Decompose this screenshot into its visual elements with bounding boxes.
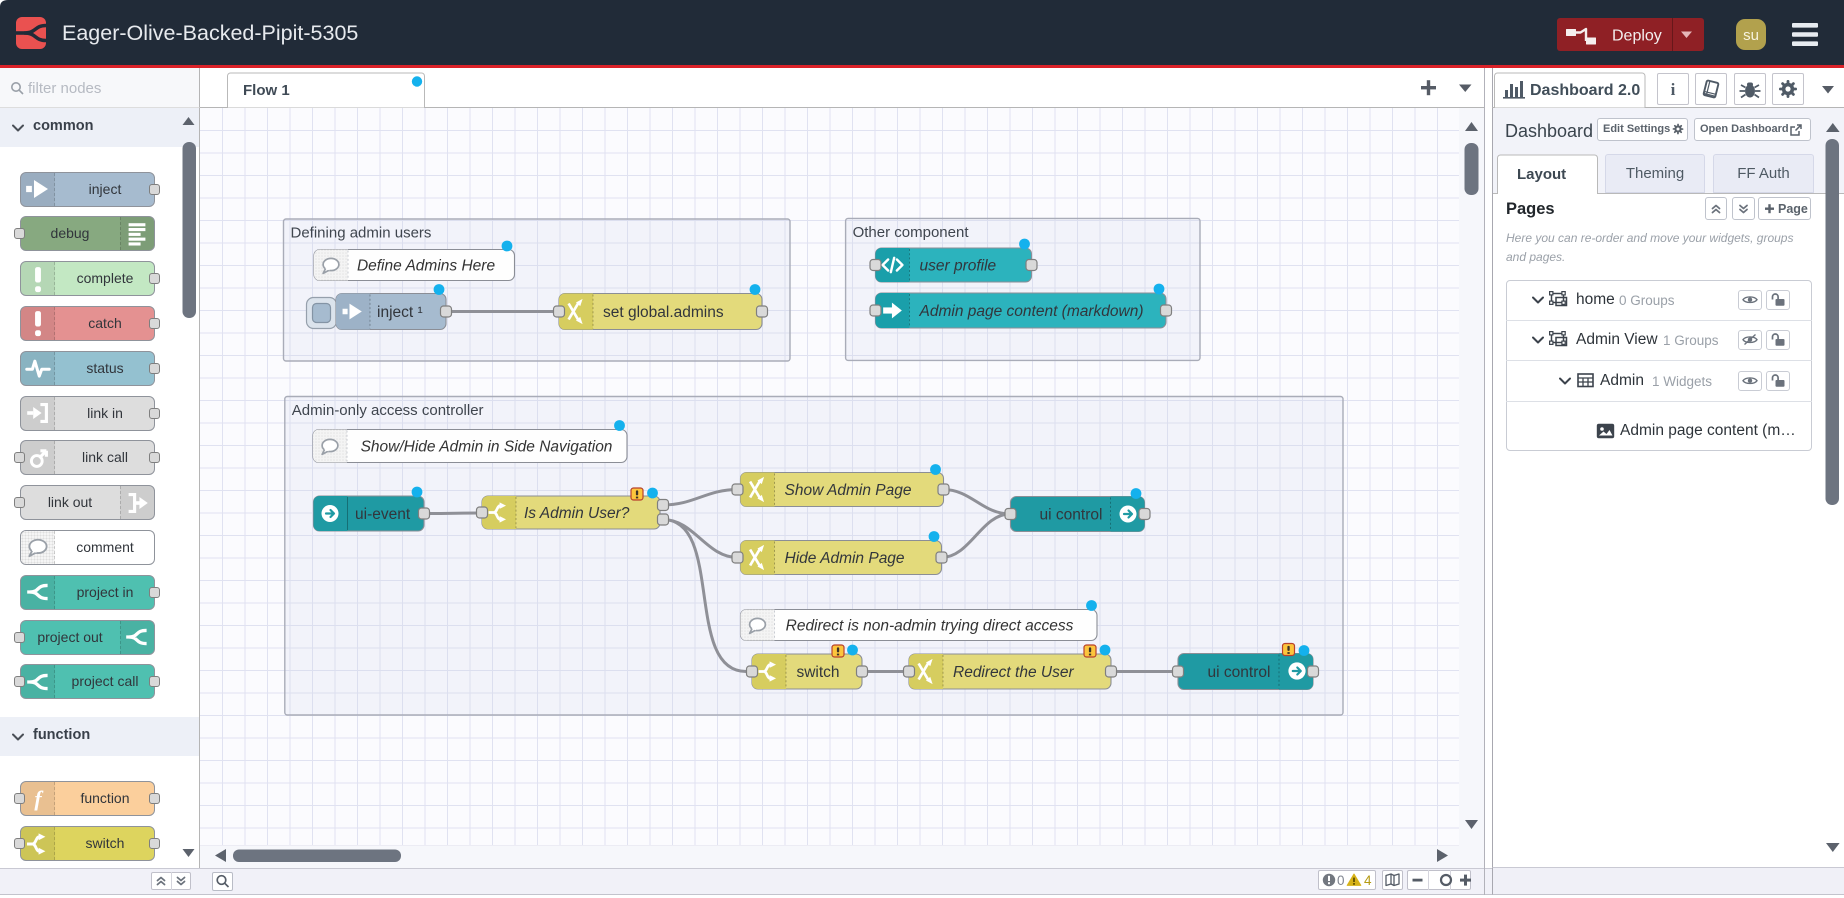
svg-text:su: su [1743, 27, 1759, 44]
svg-text:set global.admins: set global.admins [603, 304, 724, 321]
svg-text:Admin page content (markdown): Admin page content (markdown) [919, 303, 1144, 320]
svg-text:Is Admin User?: Is Admin User? [524, 505, 630, 522]
svg-text:Show/Hide Admin in Side Naviga: Show/Hide Admin in Side Navigation [361, 439, 613, 456]
svg-text:Redirect is non-admin trying d: Redirect is non-admin trying direct acce… [786, 618, 1074, 635]
svg-text:switch: switch [796, 664, 839, 681]
svg-text:0: 0 [1337, 873, 1345, 888]
svg-text:i: i [1671, 80, 1676, 99]
svg-text:Dashboard 2.0: Dashboard 2.0 [1530, 82, 1640, 99]
svg-text:user profile: user profile [920, 258, 997, 275]
svg-text:Hide Admin Page: Hide Admin Page [785, 550, 905, 567]
svg-text:inject ¹: inject ¹ [377, 304, 423, 321]
svg-text:Redirect the User: Redirect the User [953, 664, 1074, 681]
svg-text:Page: Page [1778, 202, 1808, 216]
svg-text:Deploy: Deploy [1612, 28, 1662, 45]
svg-text:Eager-Olive-Backed-Pipit-5305: Eager-Olive-Backed-Pipit-5305 [62, 21, 358, 45]
svg-text:Other component: Other component [853, 224, 970, 241]
svg-text:Admin-only access controller: Admin-only access controller [292, 402, 484, 419]
svg-text:ui control: ui control [1208, 664, 1271, 681]
svg-text:filter nodes: filter nodes [28, 80, 101, 97]
svg-text:Define Admins Here: Define Admins Here [357, 258, 496, 275]
svg-text:4: 4 [1364, 873, 1372, 888]
svg-text:Defining admin users: Defining admin users [291, 225, 432, 242]
svg-text:ui-event: ui-event [355, 506, 411, 523]
svg-text:Show Admin Page: Show Admin Page [785, 482, 912, 499]
svg-text:Flow 1: Flow 1 [243, 82, 290, 99]
svg-text:ui control: ui control [1040, 507, 1103, 524]
svg-text:Layout: Layout [1517, 166, 1566, 183]
